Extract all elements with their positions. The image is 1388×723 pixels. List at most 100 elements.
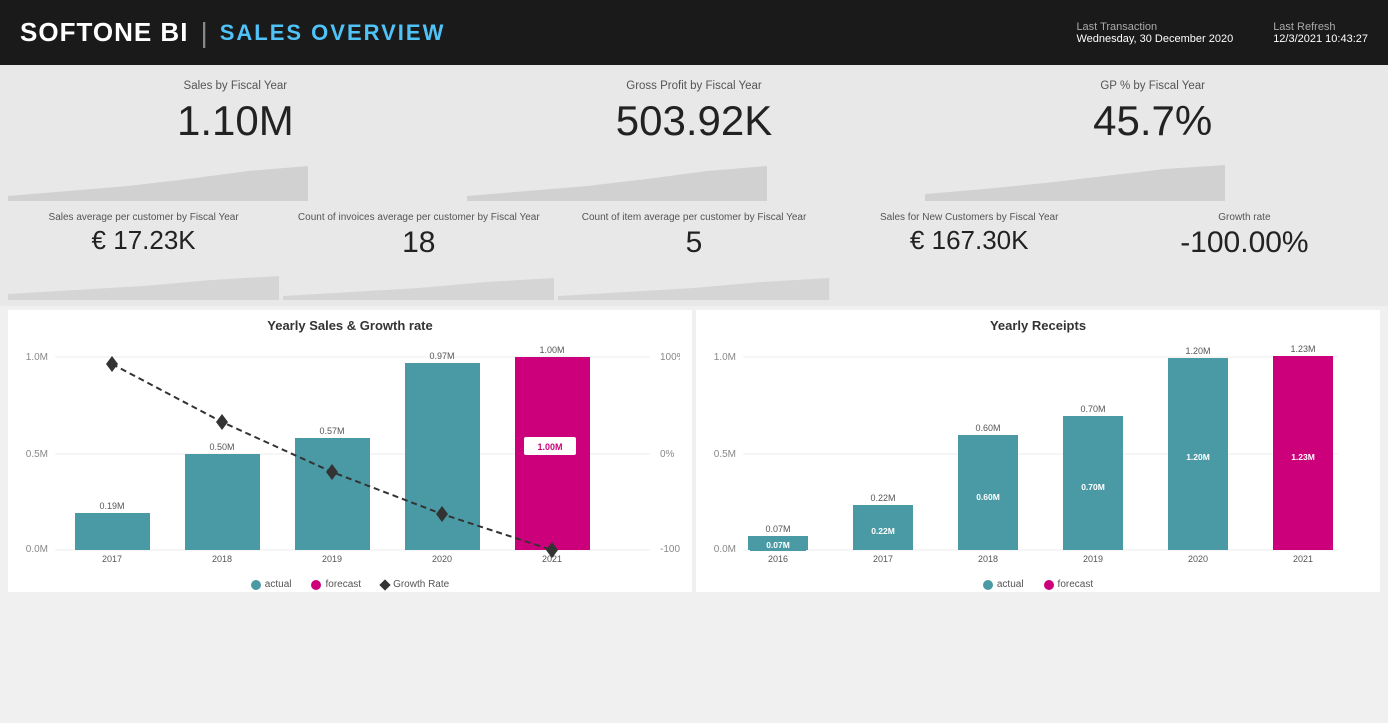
kpi-gp-pct-value: 45.7% <box>941 98 1364 144</box>
svg-text:2020: 2020 <box>432 554 452 564</box>
legend-forecast: forecast <box>311 579 361 590</box>
yearly-receipts-chart: Yearly Receipts 1.0M 0.5M 0.0M 0.07M 0.0… <box>696 310 1380 592</box>
kpi-gp-pct-label: GP % by Fiscal Year <box>941 79 1364 94</box>
legend-actual: actual <box>251 579 292 590</box>
kpi-new-customers: Sales for New Customers by Fiscal Year €… <box>834 205 1105 300</box>
yearly-receipts-title: Yearly Receipts <box>708 318 1368 333</box>
svg-text:1.00M: 1.00M <box>537 442 562 452</box>
svg-text:1.23M: 1.23M <box>1291 452 1315 462</box>
kpi-growth-rate-value: -100.00% <box>1121 226 1368 259</box>
kpi-row2: Sales average per customer by Fiscal Yea… <box>8 205 1380 300</box>
svg-text:2021: 2021 <box>1293 554 1313 564</box>
yearly-sales-chart: Yearly Sales & Growth rate 1.0M 0.5M 0.0… <box>8 310 692 592</box>
kpi-row1: Sales by Fiscal Year 1.10M Gross Profit … <box>8 71 1380 201</box>
svg-text:0.0M: 0.0M <box>714 544 736 555</box>
invoice-avg-sparkline <box>283 272 554 300</box>
bar-2017-actual <box>75 513 150 550</box>
kpi-gp-fiscal: Gross Profit by Fiscal Year 503.92K <box>467 71 922 201</box>
kpi-growth-rate: Growth rate -100.00% <box>1109 205 1380 300</box>
actual-dot <box>251 580 261 590</box>
gp-sparkline <box>467 161 767 201</box>
last-transaction-label: Last Transaction <box>1076 21 1233 33</box>
legend-receipts-forecast-label: forecast <box>1058 579 1094 590</box>
kpi-section: Sales by Fiscal Year 1.10M Gross Profit … <box>0 65 1388 306</box>
kpi-item-avg-label: Count of item average per customer by Fi… <box>570 211 817 224</box>
kpi-invoice-avg-value: 18 <box>295 226 542 259</box>
svg-text:0%: 0% <box>660 449 675 460</box>
growth-rate-diamond-icon <box>379 579 390 590</box>
legend-growth-rate-label: Growth Rate <box>393 579 449 590</box>
svg-text:0.0M: 0.0M <box>26 544 48 555</box>
svg-text:2018: 2018 <box>212 554 232 564</box>
svg-text:1.20M: 1.20M <box>1186 452 1210 462</box>
svg-text:-100%: -100% <box>660 544 680 555</box>
svg-text:100%: 100% <box>660 352 680 363</box>
header: SOFTONE BI | SALES OVERVIEW Last Transac… <box>0 0 1388 65</box>
svg-text:1.0M: 1.0M <box>26 352 48 363</box>
yearly-sales-area: 1.0M 0.5M 0.0M 100% 0% -100% 0.19M 2017 … <box>20 337 680 577</box>
svg-text:1.23M: 1.23M <box>1290 344 1315 354</box>
kpi-sales-fiscal: Sales by Fiscal Year 1.10M <box>8 71 463 201</box>
kpi-invoice-avg: Count of invoices average per customer b… <box>283 205 554 300</box>
kpi-gp-pct-fiscal: GP % by Fiscal Year 45.7% <box>925 71 1380 201</box>
svg-text:0.19M: 0.19M <box>99 501 124 511</box>
svg-text:0.70M: 0.70M <box>1081 482 1105 492</box>
sales-sparkline <box>8 161 308 201</box>
svg-text:0.5M: 0.5M <box>26 449 48 460</box>
last-refresh-label: Last Refresh <box>1273 21 1368 33</box>
avg-customer-sparkline <box>8 272 279 300</box>
svg-text:2019: 2019 <box>322 554 342 564</box>
legend-growth-rate: Growth Rate <box>381 579 449 590</box>
svg-text:1.00M: 1.00M <box>539 345 564 355</box>
kpi-invoice-avg-label: Count of invoices average per customer b… <box>295 211 542 224</box>
diamond-2018 <box>216 414 228 430</box>
kpi-new-customers-label: Sales for New Customers by Fiscal Year <box>846 211 1093 224</box>
kpi-new-customers-value: € 167.30K <box>846 226 1093 255</box>
header-left: SOFTONE BI | SALES OVERVIEW <box>20 17 445 49</box>
legend-receipts-actual-label: actual <box>997 579 1024 590</box>
gp-pct-sparkline <box>925 161 1225 201</box>
item-avg-sparkline <box>558 272 829 300</box>
kpi-item-avg-value: 5 <box>570 226 817 259</box>
receipts-forecast-dot <box>1044 580 1054 590</box>
header-right: Last Transaction Wednesday, 30 December … <box>1076 21 1368 45</box>
svg-text:0.07M: 0.07M <box>766 540 790 550</box>
kpi-avg-customer: Sales average per customer by Fiscal Yea… <box>8 205 279 300</box>
legend-actual-label: actual <box>265 579 292 590</box>
svg-text:0.07M: 0.07M <box>765 524 790 534</box>
legend-receipts-actual: actual <box>983 579 1024 590</box>
yearly-sales-svg: 1.0M 0.5M 0.0M 100% 0% -100% 0.19M 2017 … <box>20 337 680 577</box>
yearly-sales-legend: actual forecast Growth Rate <box>20 579 680 590</box>
receipts-actual-dot <box>983 580 993 590</box>
last-transaction-value: Wednesday, 30 December 2020 <box>1076 33 1233 45</box>
svg-text:0.70M: 0.70M <box>1080 404 1105 414</box>
last-refresh-meta: Last Refresh 12/3/2021 10:43:27 <box>1273 21 1368 45</box>
svg-text:2018: 2018 <box>978 554 998 564</box>
page-title: SALES OVERVIEW <box>220 20 446 46</box>
svg-text:1.0M: 1.0M <box>714 352 736 363</box>
svg-text:2017: 2017 <box>102 554 122 564</box>
kpi-avg-customer-value: € 17.23K <box>20 226 267 255</box>
svg-text:0.60M: 0.60M <box>976 492 1000 502</box>
svg-text:0.57M: 0.57M <box>319 426 344 436</box>
svg-text:0.60M: 0.60M <box>975 423 1000 433</box>
kpi-item-avg: Count of item average per customer by Fi… <box>558 205 829 300</box>
kpi-growth-rate-label: Growth rate <box>1121 211 1368 224</box>
yearly-sales-title: Yearly Sales & Growth rate <box>20 318 680 333</box>
svg-text:2016: 2016 <box>768 554 788 564</box>
brand-name: SOFTONE BI <box>20 17 188 48</box>
svg-text:0.22M: 0.22M <box>870 493 895 503</box>
svg-text:0.5M: 0.5M <box>714 449 736 460</box>
svg-text:2020: 2020 <box>1188 554 1208 564</box>
yearly-receipts-area: 1.0M 0.5M 0.0M 0.07M 0.07M 2016 0.22M 0.… <box>708 337 1368 577</box>
svg-text:0.97M: 0.97M <box>429 351 454 361</box>
last-refresh-value: 12/3/2021 10:43:27 <box>1273 33 1368 45</box>
legend-forecast-label: forecast <box>325 579 361 590</box>
legend-receipts-forecast: forecast <box>1044 579 1094 590</box>
diamond-2017 <box>106 356 118 372</box>
yearly-receipts-svg: 1.0M 0.5M 0.0M 0.07M 0.07M 2016 0.22M 0.… <box>708 337 1368 577</box>
yearly-receipts-legend: actual forecast <box>708 579 1368 590</box>
last-transaction-meta: Last Transaction Wednesday, 30 December … <box>1076 21 1233 45</box>
forecast-dot <box>311 580 321 590</box>
kpi-sales-value: 1.10M <box>24 98 447 144</box>
